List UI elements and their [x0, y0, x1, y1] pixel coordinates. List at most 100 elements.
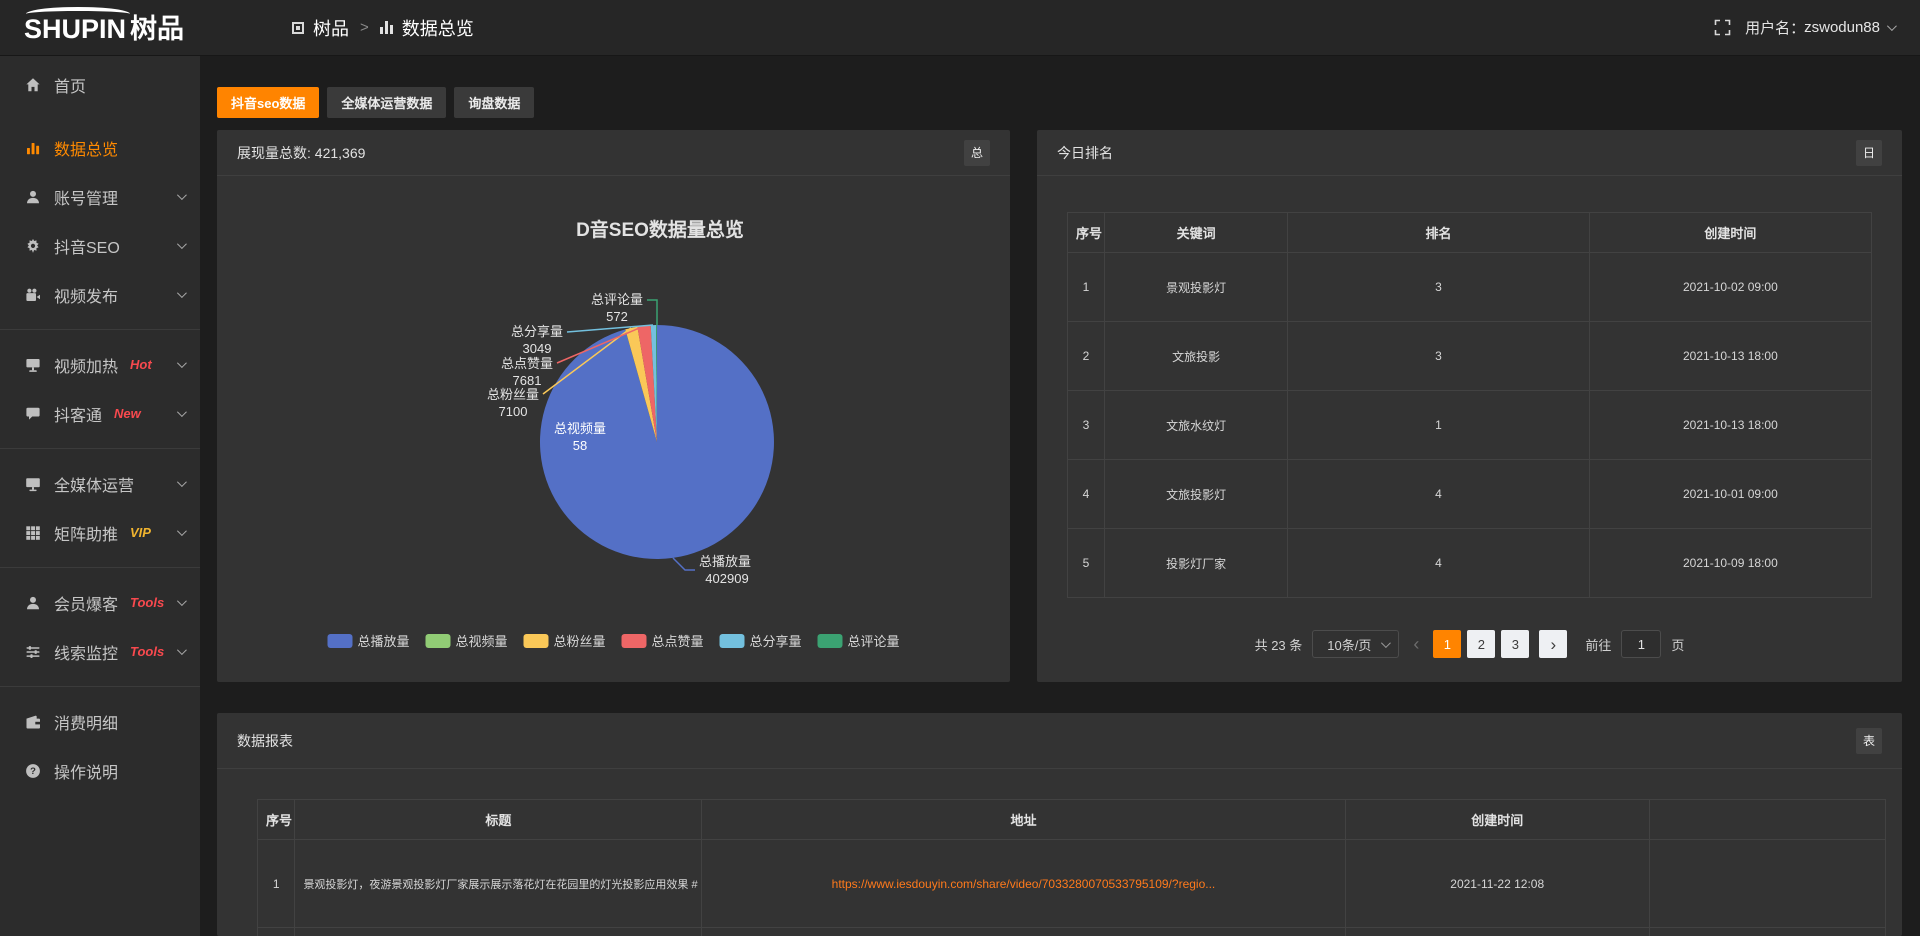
chevron-down-icon: [177, 526, 187, 536]
url-cell: https://www.iesdouyin.com/share/video/70…: [702, 840, 1345, 928]
label-leader-line: [647, 300, 657, 325]
video-link[interactable]: https://www.iesdouyin.com/share/video/70…: [832, 877, 1216, 891]
logo-text-en: SHUPIN: [24, 16, 126, 55]
table-cell: 文旅水纹灯: [1104, 391, 1287, 460]
table-cell: 3: [1068, 391, 1105, 460]
sidebar-item-7[interactable]: 全媒体运营: [0, 459, 200, 508]
sidebar-item-1[interactable]: 数据总览: [0, 123, 200, 172]
next-page-button[interactable]: ›: [1539, 630, 1567, 658]
table-header-row: 序号关键词排名创建时间: [1068, 213, 1872, 253]
logo-text-cn: 树品: [130, 16, 184, 55]
overview-panel-title: 展现量总数: 421,369: [237, 143, 365, 163]
sidebar-divider: [0, 567, 200, 568]
app-root: SHUPIN 树品 树品 > 数据总览 用户名：zswodun88 首页数据总览…: [0, 0, 1920, 936]
sidebar-item-9[interactable]: 会员爆客Tools: [0, 578, 200, 627]
prev-page-button[interactable]: ‹: [1409, 635, 1423, 653]
chevron-down-icon: [177, 239, 187, 249]
fullscreen-icon[interactable]: [1714, 19, 1731, 36]
pagination-total: 共 23 条: [1255, 635, 1303, 654]
column-header: 地址: [702, 800, 1345, 840]
table-cell: 1: [1068, 253, 1105, 322]
pie-label-name: 总粉丝量: [487, 387, 539, 402]
tab-1[interactable]: 全媒体运营数据: [327, 87, 446, 118]
pie-label-value: 572: [606, 309, 628, 324]
table-cell: 4: [1288, 460, 1590, 529]
report-panel: 数据报表 表 序号标题地址创建时间 1 景观投影灯，夜游景观投影灯厂家展示展示落…: [217, 713, 1902, 936]
video-camera-icon: [25, 287, 41, 303]
chart-title: D音SEO数据量总览: [576, 218, 744, 241]
goto-unit: 页: [1671, 635, 1684, 654]
chevron-down-icon: [177, 596, 187, 606]
sidebar-item-8[interactable]: 矩阵助推 VIP: [0, 508, 200, 557]
sidebar-item-6[interactable]: 抖客通New: [0, 389, 200, 438]
table-row: 1 景观投影灯，夜游景观投影灯厂家展示展示落花灯在花园里的灯光投影应用效果 # …: [258, 840, 1886, 928]
sidebar-item-label: 账号管理: [54, 185, 118, 209]
ranking-panel-title: 今日排名: [1057, 143, 1113, 163]
sliders-icon: [25, 644, 41, 660]
table-cell: 3: [1288, 322, 1590, 391]
table-cell: 2: [1068, 322, 1105, 391]
report-table: 序号标题地址创建时间 1 景观投影灯，夜游景观投影灯厂家展示展示落花灯在花园里的…: [257, 799, 1886, 936]
legend-item-5[interactable]: 总评论量: [818, 634, 900, 649]
sidebar-item-11[interactable]: 消费明细: [0, 697, 200, 746]
table-cell: 2021-10-13 18:00: [1589, 322, 1871, 391]
table-cell: 4: [1288, 529, 1590, 598]
goto-page-input[interactable]: [1621, 630, 1661, 658]
user-menu[interactable]: 用户名：zswodun88: [1745, 17, 1894, 38]
sidebar-divider: [0, 448, 200, 449]
sidebar-item-label: 视频加热: [54, 353, 118, 377]
sidebar-item-0[interactable]: 首页: [0, 60, 200, 109]
table-cell: 2021-10-13 18:00: [1589, 391, 1871, 460]
table-toggle-button[interactable]: 表: [1856, 728, 1882, 754]
sidebar-item-label: 首页: [54, 73, 86, 97]
column-header: 标题: [295, 800, 702, 840]
ranking-panel: 今日排名 日 序号关键词排名创建时间1景观投影灯32021-10-02 09:0…: [1037, 130, 1902, 682]
overview-panel: 展现量总数: 421,369 总 D音SEO数据量总览总播放量402909总视频…: [217, 130, 1010, 682]
breadcrumb-current[interactable]: 数据总览: [402, 15, 474, 41]
time-cell: 2021-11-22 12:08: [1345, 840, 1649, 928]
ranking-table: 序号关键词排名创建时间1景观投影灯32021-10-02 09:002文旅投影3…: [1067, 212, 1872, 598]
logo-arc: [26, 7, 130, 21]
page-button-2[interactable]: 2: [1467, 630, 1495, 658]
gear-icon: [25, 238, 41, 254]
tab-0[interactable]: 抖音seo数据: [217, 87, 319, 118]
sidebar-item-12[interactable]: ?操作说明: [0, 746, 200, 795]
label-leader-line: [673, 558, 695, 570]
table-cell: 3: [1288, 253, 1590, 322]
sidebar-item-2[interactable]: 账号管理: [0, 172, 200, 221]
pie-label-value: 7100: [499, 404, 528, 419]
user-icon: [25, 189, 41, 205]
app-logo: SHUPIN 树品: [0, 0, 200, 55]
legend-item-4[interactable]: 总分享量: [720, 634, 802, 649]
pie-label-name: 总播放量: [699, 554, 751, 569]
breadcrumb-root[interactable]: 树品: [313, 15, 349, 41]
column-header: 排名: [1288, 213, 1590, 253]
sidebar: 首页数据总览账号管理抖音SEO视频发布视频加热Hot抖客通New 全媒体运营矩阵助…: [0, 56, 200, 936]
total-toggle-button[interactable]: 总: [964, 140, 990, 166]
svg-text:总评论量: 总评论量: [848, 634, 900, 649]
sidebar-item-10[interactable]: 线索监控Tools: [0, 627, 200, 676]
page-button-3[interactable]: 3: [1501, 630, 1529, 658]
report-panel-header: 数据报表 表: [217, 713, 1902, 769]
chat-bubble-icon: [25, 406, 41, 422]
legend-item-1[interactable]: 总视频量: [426, 634, 508, 649]
sidebar-item-5[interactable]: 视频加热Hot: [0, 340, 200, 389]
tab-2[interactable]: 询盘数据: [454, 87, 534, 118]
column-header: 创建时间: [1589, 213, 1871, 253]
chevron-down-icon: [177, 645, 187, 655]
sidebar-item-label: 矩阵助推: [54, 521, 118, 545]
sidebar-item-3[interactable]: 抖音SEO: [0, 221, 200, 270]
table-cell: 文旅投影: [1104, 322, 1287, 391]
monitor-icon: [25, 476, 41, 492]
pie-label-name: 总分享量: [511, 324, 563, 339]
page-size-select[interactable]: 10条/页: [1312, 630, 1399, 658]
chevron-down-icon: [1381, 638, 1391, 648]
legend-item-2[interactable]: 总粉丝量: [524, 634, 606, 649]
sidebar-item-badge: VIP: [130, 525, 151, 540]
sidebar-item-4[interactable]: 视频发布: [0, 270, 200, 319]
legend-item-3[interactable]: 总点赞量: [622, 634, 704, 649]
legend-item-0[interactable]: 总播放量: [328, 634, 410, 649]
sidebar-item-label: 全媒体运营: [54, 472, 134, 496]
day-toggle-button[interactable]: 日: [1856, 140, 1882, 166]
page-button-1[interactable]: 1: [1433, 630, 1461, 658]
